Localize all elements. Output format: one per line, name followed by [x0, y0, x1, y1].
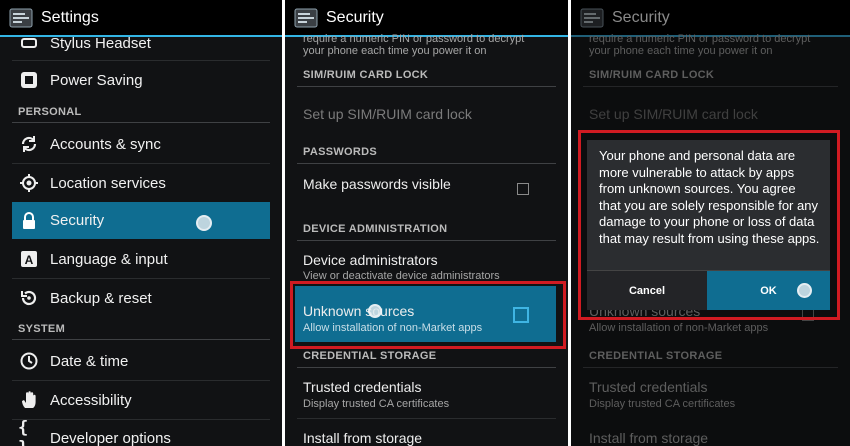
section-divider	[297, 163, 556, 164]
section-divider	[583, 86, 838, 87]
section-divider	[297, 367, 556, 368]
section-header-system: SYSTEM	[18, 323, 66, 335]
section-divider	[12, 122, 270, 123]
page-title: Security	[326, 8, 384, 26]
install-from-storage-item: Install from storage	[589, 430, 709, 446]
menu-item-label: Location services	[50, 174, 166, 192]
divider	[12, 278, 270, 279]
menu-item-label: Developer options	[50, 429, 171, 446]
action-bar: Security	[571, 0, 850, 37]
menu-item-label: Backup & reset	[50, 289, 152, 307]
menu-item-developer-options[interactable]: { } Developer options	[0, 418, 282, 446]
settings-app-icon[interactable]	[9, 7, 33, 29]
encryption-summary: require a numeric PIN or password to dec…	[303, 33, 525, 45]
section-header-passwords: PASSWORDS	[303, 146, 378, 158]
action-bar: Security	[285, 0, 568, 37]
settings-panel: Settings Stylus Headset Power Saving PER…	[0, 0, 282, 446]
svg-text:A: A	[25, 253, 34, 267]
menu-item-label: Stylus Headset	[50, 34, 151, 52]
trusted-credentials-subtitle: Display trusted CA certificates	[303, 398, 450, 410]
menu-item-label: Language & input	[50, 250, 168, 268]
trusted-credentials-item: Trusted credentials	[589, 379, 708, 395]
highlight-box	[578, 130, 840, 320]
touch-indicator	[196, 215, 212, 231]
divider	[297, 418, 556, 419]
menu-item-label: Accounts & sync	[50, 135, 161, 153]
language-icon: A	[18, 248, 40, 270]
section-header-sim: SIM/RUIM CARD LOCK	[303, 69, 429, 81]
backup-icon	[18, 287, 40, 309]
menu-item-accounts-sync[interactable]: Accounts & sync	[0, 126, 282, 162]
menu-item-label: Power Saving	[50, 71, 143, 89]
section-divider	[12, 339, 270, 340]
make-passwords-visible-item[interactable]: Make passwords visible	[303, 176, 451, 192]
section-header-personal: PERSONAL	[18, 106, 82, 118]
sim-lock-item: Set up SIM/RUIM card lock	[589, 106, 758, 122]
menu-item-power-saving[interactable]: Power Saving	[0, 62, 282, 98]
power-saving-icon	[18, 69, 40, 91]
menu-item-accessibility[interactable]: Accessibility	[0, 382, 282, 418]
section-header-device-admin: DEVICE ADMINISTRATION	[303, 223, 448, 235]
menu-item-label: Accessibility	[50, 391, 132, 409]
divider	[12, 419, 270, 420]
page-title: Security	[612, 8, 670, 26]
security-panel: Security require a numeric PIN or passwo…	[285, 0, 568, 446]
highlight-box	[290, 281, 566, 349]
location-icon	[18, 172, 40, 194]
encryption-summary-line2: your phone each time you power it on	[589, 45, 773, 57]
settings-app-icon[interactable]	[294, 7, 318, 29]
section-divider	[583, 367, 838, 368]
divider	[12, 380, 270, 381]
menu-item-label: Security	[50, 212, 105, 229]
sync-icon	[18, 133, 40, 155]
encryption-summary-line2: your phone each time you power it on	[303, 45, 487, 57]
make-passwords-visible-checkbox[interactable]	[517, 183, 529, 195]
settings-app-icon	[580, 7, 604, 29]
trusted-credentials-item[interactable]: Trusted credentials	[303, 379, 422, 395]
stylus-icon	[18, 32, 40, 54]
lock-icon	[18, 210, 40, 232]
trusted-credentials-subtitle: Display trusted CA certificates	[589, 398, 736, 410]
section-header-credential: CREDENTIAL STORAGE	[303, 350, 437, 362]
braces-icon: { }	[18, 418, 29, 446]
section-divider	[297, 240, 556, 241]
menu-item-date-time[interactable]: Date & time	[0, 343, 282, 379]
hand-icon	[18, 389, 40, 411]
section-divider	[297, 86, 556, 87]
menu-item-language-input[interactable]: A Language & input	[0, 241, 282, 277]
sim-lock-item[interactable]: Set up SIM/RUIM card lock	[303, 106, 472, 122]
page-title: Settings	[41, 8, 99, 26]
unknown-sources-subtitle: Allow installation of non-Market apps	[589, 322, 769, 334]
security-dialog-panel: Security require a numeric PIN or passwo…	[571, 0, 850, 446]
menu-item-stylus-headset[interactable]: Stylus Headset	[0, 32, 282, 54]
divider	[12, 60, 270, 61]
divider	[12, 163, 270, 164]
section-header-sim: SIM/RUIM CARD LOCK	[589, 69, 715, 81]
menu-item-label: Date & time	[50, 352, 129, 370]
menu-item-location-services[interactable]: Location services	[0, 165, 282, 201]
encryption-summary: require a numeric PIN or password to dec…	[589, 33, 811, 45]
clock-icon	[18, 350, 40, 372]
install-from-storage-item[interactable]: Install from storage	[303, 430, 422, 446]
menu-item-backup-reset[interactable]: Backup & reset	[0, 280, 282, 316]
section-header-credential: CREDENTIAL STORAGE	[589, 350, 723, 362]
menu-item-security[interactable]: Security	[0, 202, 282, 239]
device-administrators-item[interactable]: Device administrators	[303, 252, 438, 268]
